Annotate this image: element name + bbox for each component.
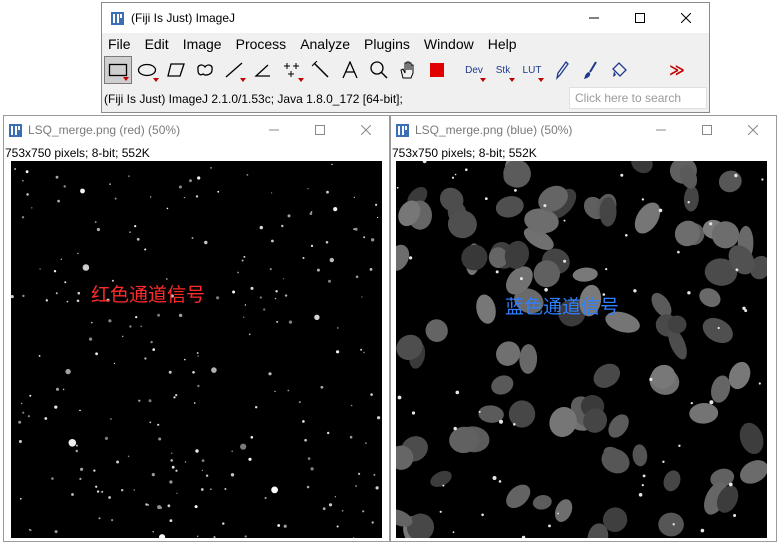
status-text: (Fiji Is Just) ImageJ 2.1.0/1.53c; Java … [104, 91, 403, 106]
blue-channel-window: LSQ_merge.png (blue) (50%) 753x750 pixel… [390, 115, 777, 542]
paintbrush-icon [584, 61, 597, 79]
menu-help[interactable]: Help [488, 36, 517, 52]
close-icon [748, 125, 758, 135]
menu-file[interactable]: File [108, 36, 131, 52]
red-channel-image[interactable]: 红色通道信号 [11, 161, 382, 538]
close-icon [681, 13, 691, 23]
stk-menu-tool[interactable]: Stk [489, 56, 517, 84]
red-channel-window: LSQ_merge.png (red) (50%) 753x750 pixels… [3, 115, 390, 542]
maximize-button[interactable] [617, 3, 663, 33]
menu-analyze[interactable]: Analyze [300, 36, 350, 52]
text-tool[interactable] [336, 56, 364, 84]
imagej-app-icon [9, 123, 22, 137]
imagej-app-icon [111, 11, 124, 25]
search-placeholder: Click here to search [575, 91, 682, 105]
maximize-button[interactable] [297, 116, 343, 144]
hand-icon [400, 61, 414, 79]
imagej-main-window: (Fiji Is Just) ImageJ File Edit Image Pr… [101, 2, 710, 113]
pencil-icon [555, 61, 569, 80]
red-speckle-image [11, 163, 381, 538]
close-button[interactable] [730, 116, 776, 144]
main-titlebar[interactable]: (Fiji Is Just) ImageJ [102, 3, 709, 33]
stk-label: Stk [495, 64, 511, 76]
menu-plugins[interactable]: Plugins [364, 36, 410, 52]
minimize-button[interactable] [571, 3, 617, 33]
minimize-icon [589, 17, 599, 19]
rectangle-selection-tool[interactable] [104, 56, 132, 84]
maximize-icon [315, 125, 325, 135]
toolbar: Dev Stk LUT ≫ [102, 55, 709, 85]
lut-label: LUT [522, 64, 542, 76]
close-button[interactable] [663, 3, 709, 33]
magnifier-icon [370, 61, 388, 79]
oval-selection-tool[interactable] [133, 56, 161, 84]
search-input[interactable]: Click here to search [569, 87, 707, 109]
menu-edit[interactable]: Edit [145, 36, 169, 52]
blue-window-title: LSQ_merge.png (blue) (50%) [415, 123, 573, 137]
oval-icon [137, 63, 157, 77]
more-tools-button[interactable]: ≫ [663, 56, 691, 84]
line-icon [225, 62, 243, 78]
freehand-icon [197, 64, 213, 76]
close-button[interactable] [343, 116, 389, 144]
lut-menu-tool[interactable]: LUT [518, 56, 546, 84]
menu-process[interactable]: Process [236, 36, 287, 52]
menu-bar: File Edit Image Process Analyze Plugins … [102, 33, 709, 55]
red-image-info: 753x750 pixels; 8-bit; 552K [5, 145, 150, 160]
color-picker-tool[interactable] [423, 56, 451, 84]
maximize-icon [702, 125, 712, 135]
maximize-button[interactable] [684, 116, 730, 144]
close-icon [361, 125, 371, 135]
dev-menu-tool[interactable]: Dev [460, 56, 488, 84]
foreground-color-swatch [430, 63, 444, 77]
blue-window-titlebar[interactable]: LSQ_merge.png (blue) (50%) [391, 116, 776, 144]
minimize-button[interactable] [638, 116, 684, 144]
double-chevron-icon: ≫ [669, 62, 685, 79]
status-bar: (Fiji Is Just) ImageJ 2.1.0/1.53c; Java … [102, 85, 709, 112]
angle-icon [254, 64, 270, 77]
freehand-selection-tool[interactable] [191, 56, 219, 84]
rectangle-icon [108, 63, 128, 77]
point-tool[interactable] [278, 56, 306, 84]
wand-tool[interactable] [307, 56, 335, 84]
flood-fill-icon [612, 62, 627, 77]
blue-nuclei-image [396, 161, 767, 538]
line-selection-tool[interactable] [220, 56, 248, 84]
scrolling-tool[interactable] [394, 56, 422, 84]
flood-fill-tool[interactable] [605, 56, 633, 84]
minimize-icon [269, 129, 279, 131]
red-window-titlebar[interactable]: LSQ_merge.png (red) (50%) [4, 116, 389, 144]
blue-image-info: 753x750 pixels; 8-bit; 552K [392, 145, 537, 160]
empty-tool-slot [634, 56, 662, 84]
red-overlay-label: 红色通道信号 [91, 284, 206, 306]
multipoint-icon [284, 63, 299, 77]
pencil-tool[interactable] [547, 56, 575, 84]
minimize-button[interactable] [251, 116, 297, 144]
maximize-icon [635, 13, 645, 23]
paintbrush-tool[interactable] [576, 56, 604, 84]
blue-overlay-label: 蓝色通道信号 [505, 296, 620, 318]
minimize-icon [656, 129, 666, 131]
magnifying-glass-tool[interactable] [365, 56, 393, 84]
text-icon [342, 61, 358, 79]
wand-icon [311, 61, 329, 78]
dev-label: Dev [465, 64, 483, 76]
main-window-title: (Fiji Is Just) ImageJ [131, 11, 236, 25]
imagej-app-icon [396, 123, 409, 137]
angle-tool[interactable] [249, 56, 277, 84]
polygon-icon [167, 63, 185, 77]
menu-window[interactable]: Window [424, 36, 474, 52]
polygon-selection-tool[interactable] [162, 56, 190, 84]
menu-image[interactable]: Image [183, 36, 222, 52]
blue-channel-image[interactable]: 蓝色通道信号 [396, 161, 767, 538]
red-window-title: LSQ_merge.png (red) (50%) [28, 123, 181, 137]
